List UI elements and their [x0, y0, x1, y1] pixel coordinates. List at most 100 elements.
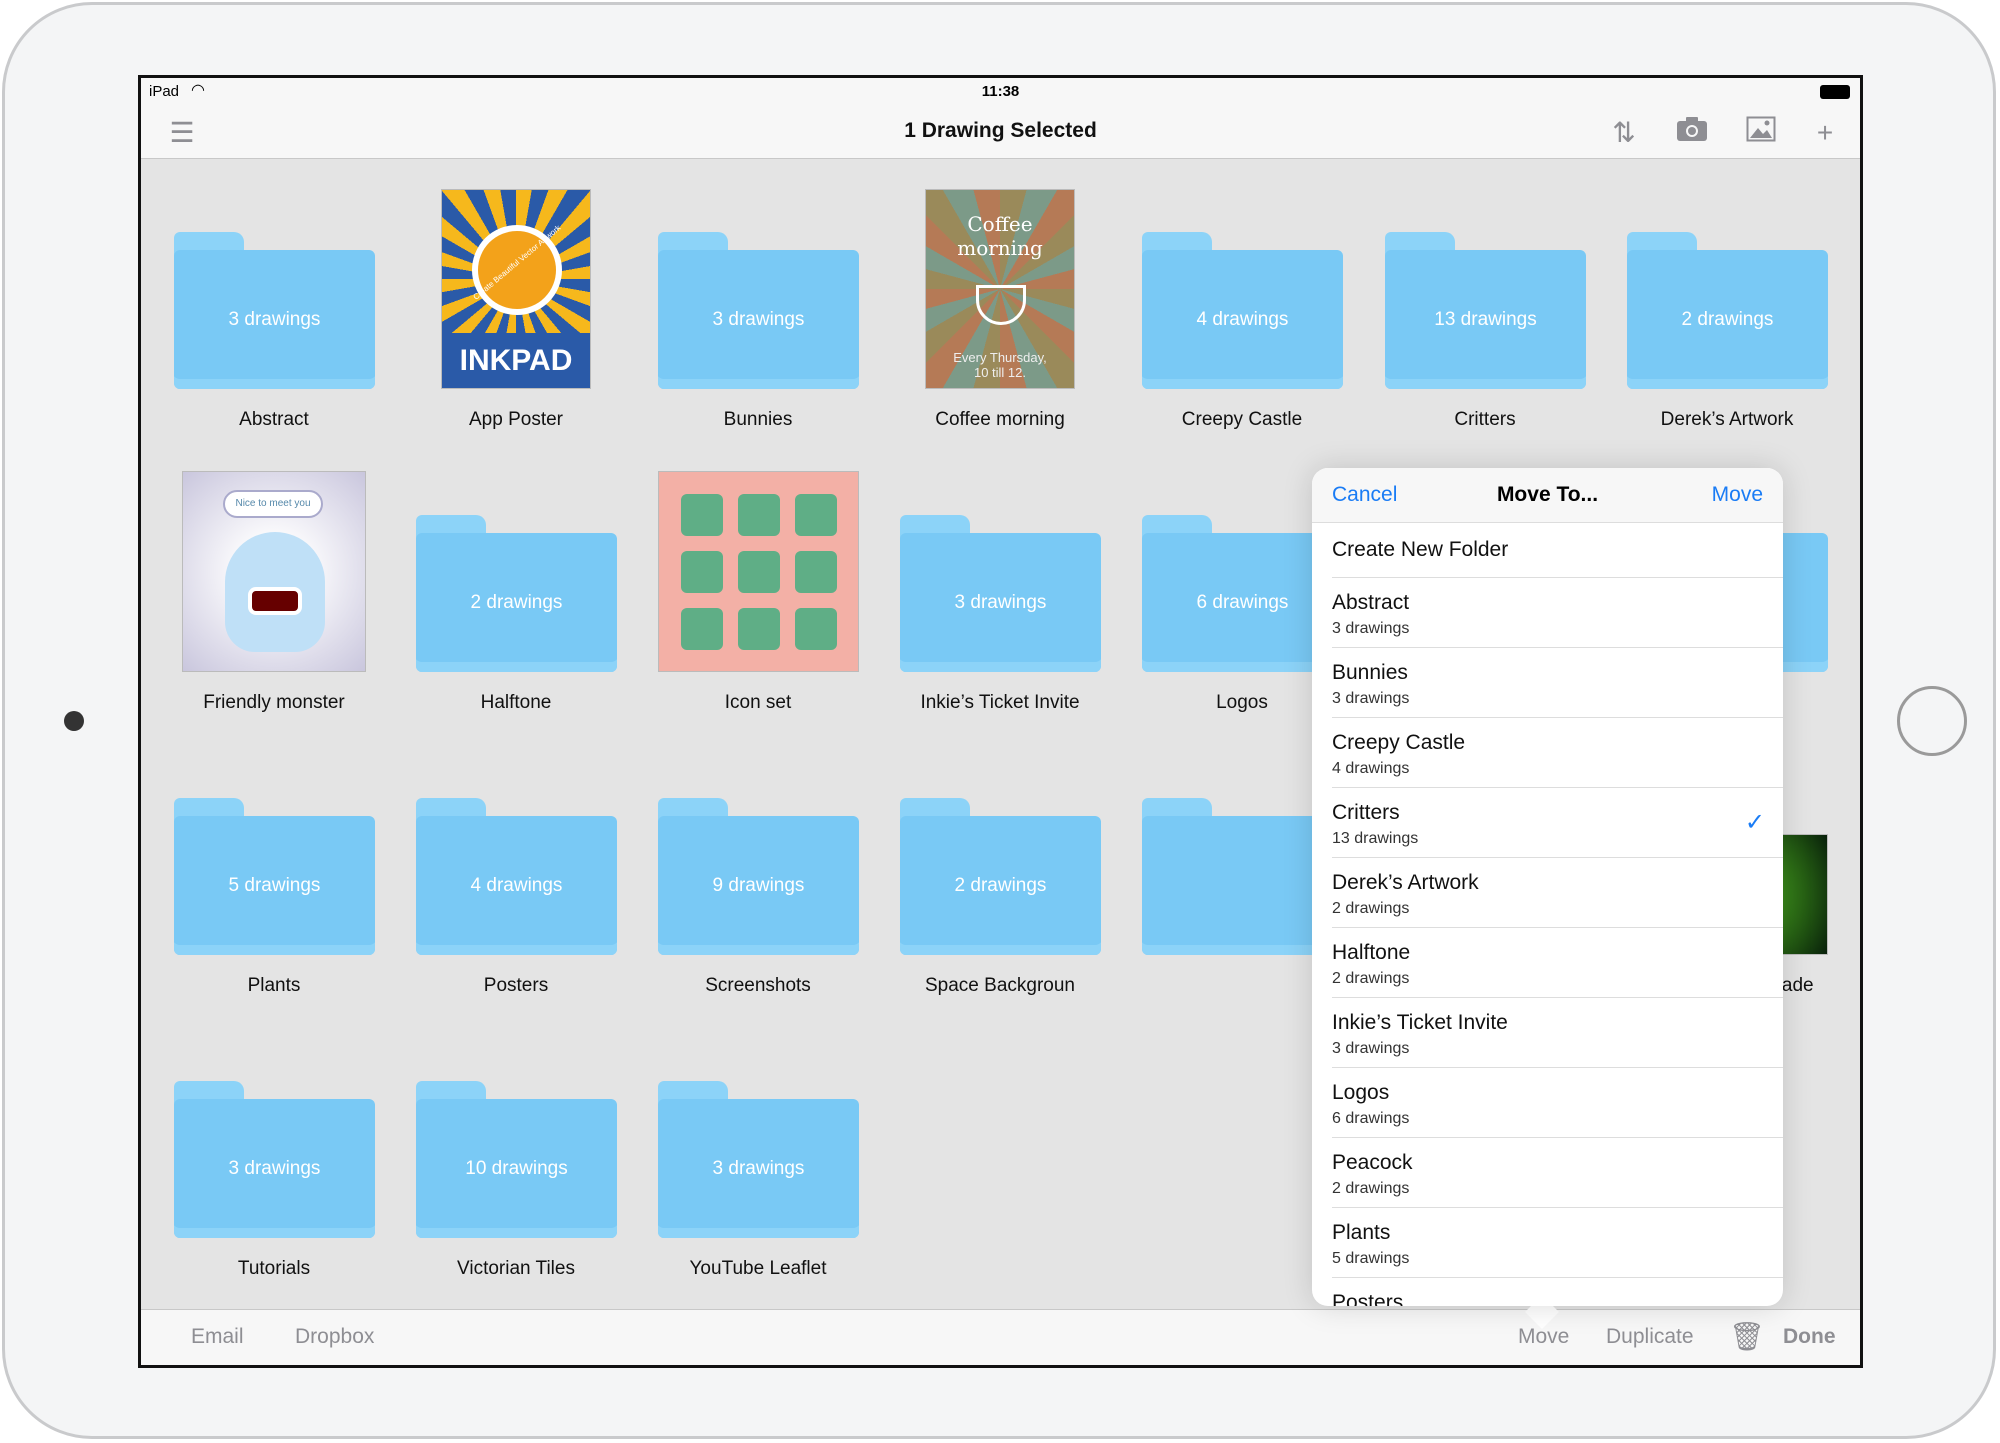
- folder-option[interactable]: Posters: [1332, 1278, 1783, 1306]
- folder-option-count: 13 drawings: [1332, 830, 1419, 847]
- folder-option[interactable]: Bunnies 3 drawings: [1332, 648, 1783, 718]
- front-camera: [64, 711, 84, 731]
- folder-icon[interactable]: 4 drawings: [1142, 250, 1343, 389]
- drawing-label: Plants: [247, 975, 301, 996]
- trash-icon[interactable]: 🗑: [1729, 1320, 1765, 1353]
- popover-header: Cancel Move To... Move: [1312, 468, 1783, 523]
- folder-option[interactable]: Plants 5 drawings: [1332, 1208, 1783, 1278]
- folder-option-name: Peacock: [1332, 1151, 1413, 1174]
- drawing-label: Coffee morning: [935, 409, 1065, 430]
- icon-tile: [737, 608, 780, 650]
- poster-title: INKPAD: [442, 333, 590, 388]
- drawing-thumbnail[interactable]: Coffee morning Every Thursday, 10 till 12…: [925, 189, 1075, 389]
- move-to-popover: Cancel Move To... Move Create New Folder…: [1312, 468, 1783, 1306]
- folder-option[interactable]: Creepy Castle 4 drawings: [1332, 718, 1783, 788]
- camera-icon[interactable]: [1675, 116, 1709, 150]
- drawing-label: Screenshots: [705, 975, 811, 996]
- folder-option-name: Creepy Castle: [1332, 731, 1466, 754]
- folder-option-name: Abstract: [1332, 591, 1410, 614]
- folder-option-name: Critters: [1332, 801, 1400, 824]
- icon-tile: [794, 494, 837, 536]
- icon-tile: [737, 494, 780, 536]
- folder-option-count: 3 drawings: [1332, 690, 1410, 707]
- move-confirm-button[interactable]: Move: [1712, 483, 1763, 507]
- folder-option-name: Logos: [1332, 1081, 1390, 1104]
- folder-icon[interactable]: 2 drawings: [900, 816, 1101, 955]
- folder-option[interactable]: Peacock 2 drawings: [1332, 1138, 1783, 1208]
- folder-option-name: Bunnies: [1332, 661, 1408, 684]
- icon-tile: [680, 494, 723, 536]
- folder-icon[interactable]: 13 drawings: [1385, 250, 1586, 389]
- folder-option-count: 5 drawings: [1332, 1250, 1410, 1267]
- icon-tile: [737, 551, 780, 593]
- folder-icon[interactable]: 2 drawings: [416, 533, 617, 672]
- drawing-label: Halftone: [480, 692, 552, 713]
- drawing-label: App Poster: [469, 409, 563, 430]
- battery-icon: [1820, 85, 1850, 99]
- plus-icon[interactable]: +: [1808, 116, 1842, 150]
- drawing-label: Critters: [1454, 409, 1516, 430]
- drawing-label: Tutorials: [237, 1258, 311, 1279]
- drawing-label: Creepy Castle: [1181, 409, 1303, 430]
- folder-icon[interactable]: 4 drawings: [416, 816, 617, 955]
- email-button[interactable]: Email: [191, 1325, 244, 1349]
- image-icon[interactable]: [1744, 116, 1778, 150]
- page-title: 1 Drawing Selected: [904, 119, 1097, 142]
- folder-icon[interactable]: 5 drawings: [174, 816, 375, 955]
- drawing-thumbnail[interactable]: [657, 471, 859, 672]
- nav-bar: ☰ 1 Drawing Selected ⇅ +: [141, 106, 1860, 159]
- folder-option[interactable]: Abstract 3 drawings: [1332, 578, 1783, 648]
- folder-option[interactable]: Critters 13 drawings ✓: [1332, 788, 1783, 858]
- icon-tile: [794, 551, 837, 593]
- folder-option-name: Inkie’s Ticket Invite: [1332, 1011, 1508, 1034]
- folder-option[interactable]: Derek’s Artwork 2 drawings: [1332, 858, 1783, 928]
- folder-option-count: 2 drawings: [1332, 970, 1410, 987]
- folder-option-count: 2 drawings: [1332, 900, 1410, 917]
- folder-icon[interactable]: 9 drawings: [658, 816, 859, 955]
- checkmark-icon: ✓: [1744, 809, 1765, 836]
- drawing-label: Icon set: [724, 692, 792, 713]
- folder-option-name: Posters: [1332, 1291, 1404, 1306]
- folder-icon[interactable]: 10 drawings: [416, 1099, 617, 1238]
- monster-mouth: [248, 587, 302, 615]
- duplicate-button[interactable]: Duplicate: [1606, 1325, 1694, 1349]
- move-button[interactable]: Move: [1518, 1325, 1569, 1349]
- folder-option-count: 3 drawings: [1332, 1040, 1410, 1057]
- drawing-label: Bunnies: [723, 409, 793, 430]
- clock: 11:38: [981, 83, 1020, 100]
- drawing-label: Derek’s Artwork: [1660, 409, 1794, 430]
- folder-icon[interactable]: 3 drawings: [658, 250, 859, 389]
- folder-option[interactable]: Halftone 2 drawings: [1332, 928, 1783, 998]
- folder-icon[interactable]: 3 drawings: [174, 1099, 375, 1238]
- create-new-folder-label: Create New Folder: [1332, 538, 1509, 561]
- folder-option[interactable]: Logos 6 drawings: [1332, 1068, 1783, 1138]
- done-button[interactable]: Done: [1783, 1325, 1836, 1349]
- drawing-label: Friendly monster: [203, 692, 345, 713]
- create-new-folder[interactable]: Create New Folder: [1332, 523, 1783, 578]
- dropbox-button[interactable]: Dropbox: [295, 1325, 374, 1349]
- folder-option-name: Halftone: [1332, 941, 1411, 964]
- folder-icon[interactable]: 3 drawings: [174, 250, 375, 389]
- bottom-toolbar: Email Dropbox Move Duplicate 🗑 Done: [141, 1309, 1860, 1365]
- folder-option-count: 2 drawings: [1332, 1180, 1410, 1197]
- folder-option-count: 4 drawings: [1332, 760, 1410, 777]
- drawing-thumbnail[interactable]: Nice to meet you: [182, 471, 366, 672]
- folder-option-count: 6 drawings: [1332, 1110, 1410, 1127]
- speech-bubble: Nice to meet you: [223, 490, 323, 518]
- drawing-label: Posters: [483, 975, 549, 996]
- folder-icon[interactable]: 2 drawings: [1627, 250, 1828, 389]
- poster-title: Coffee morning: [957, 212, 1043, 260]
- status-bar: iPad ◠ 11:38: [141, 78, 1860, 106]
- folder-icon[interactable]: 3 drawings: [900, 533, 1101, 672]
- drawing-thumbnail[interactable]: Create Beautiful Vector Artwork INKPAD: [441, 189, 591, 389]
- folder-icon[interactable]: 3 drawings: [658, 1099, 859, 1238]
- poster-subtitle: Every Thursday, 10 till 12.: [953, 350, 1047, 380]
- sort-icon[interactable]: ⇅: [1607, 116, 1641, 150]
- home-button[interactable]: [1897, 686, 1967, 756]
- drawing-label: Inkie’s Ticket Invite: [920, 692, 1080, 713]
- icon-tile: [794, 608, 837, 650]
- folder-option[interactable]: Inkie’s Ticket Invite 3 drawings: [1332, 998, 1783, 1068]
- folder-option-name: Plants: [1332, 1221, 1391, 1244]
- cup-icon: [976, 285, 1026, 325]
- folder-option-name: Derek’s Artwork: [1332, 871, 1479, 894]
